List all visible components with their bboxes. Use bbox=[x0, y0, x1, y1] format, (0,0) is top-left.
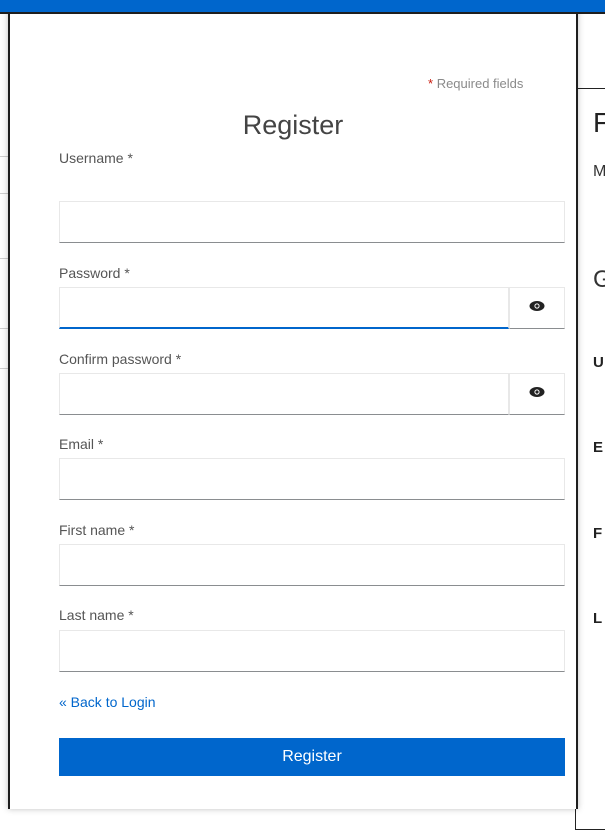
first-name-label: First name * bbox=[59, 522, 135, 538]
confirm-password-label: Confirm password * bbox=[59, 351, 182, 367]
required-fields-note: * Required fields bbox=[428, 76, 523, 91]
last-name-label: Last name * bbox=[59, 607, 134, 623]
back-to-login-link[interactable]: « Back to Login bbox=[59, 694, 156, 710]
username-label: Username * bbox=[59, 150, 133, 166]
divider bbox=[0, 193, 8, 194]
eye-icon bbox=[529, 299, 545, 317]
first-name-input[interactable] bbox=[59, 544, 565, 586]
eye-icon bbox=[529, 385, 545, 403]
background-label: L bbox=[593, 610, 603, 627]
show-confirm-password-button[interactable] bbox=[509, 373, 565, 415]
register-dialog: * Required fields Register Username * Pa… bbox=[0, 0, 605, 809]
show-password-button[interactable] bbox=[509, 287, 565, 329]
divider bbox=[0, 368, 8, 369]
register-button[interactable]: Register bbox=[59, 738, 565, 776]
background-section-heading: G bbox=[593, 266, 605, 294]
background-window-right: F M G U E F L bbox=[575, 88, 605, 830]
background-subtext: M bbox=[593, 163, 605, 180]
background-label: U bbox=[593, 354, 604, 371]
background-heading: F bbox=[593, 107, 605, 139]
password-input[interactable] bbox=[59, 287, 509, 329]
background-label: E bbox=[593, 439, 604, 456]
password-label: Password * bbox=[59, 265, 130, 281]
email-label: Email * bbox=[59, 436, 104, 452]
divider bbox=[0, 328, 8, 329]
background-label: F bbox=[593, 525, 603, 542]
last-name-input[interactable] bbox=[59, 630, 565, 672]
dialog-top-bar bbox=[0, 0, 605, 14]
divider bbox=[0, 258, 8, 259]
confirm-password-input[interactable] bbox=[59, 373, 509, 415]
username-input[interactable] bbox=[59, 201, 565, 243]
divider bbox=[0, 156, 8, 157]
required-fields-text: Required fields bbox=[436, 76, 524, 91]
email-input[interactable] bbox=[59, 458, 565, 500]
page-title: Register bbox=[242, 110, 344, 140]
required-star: * bbox=[428, 76, 434, 91]
